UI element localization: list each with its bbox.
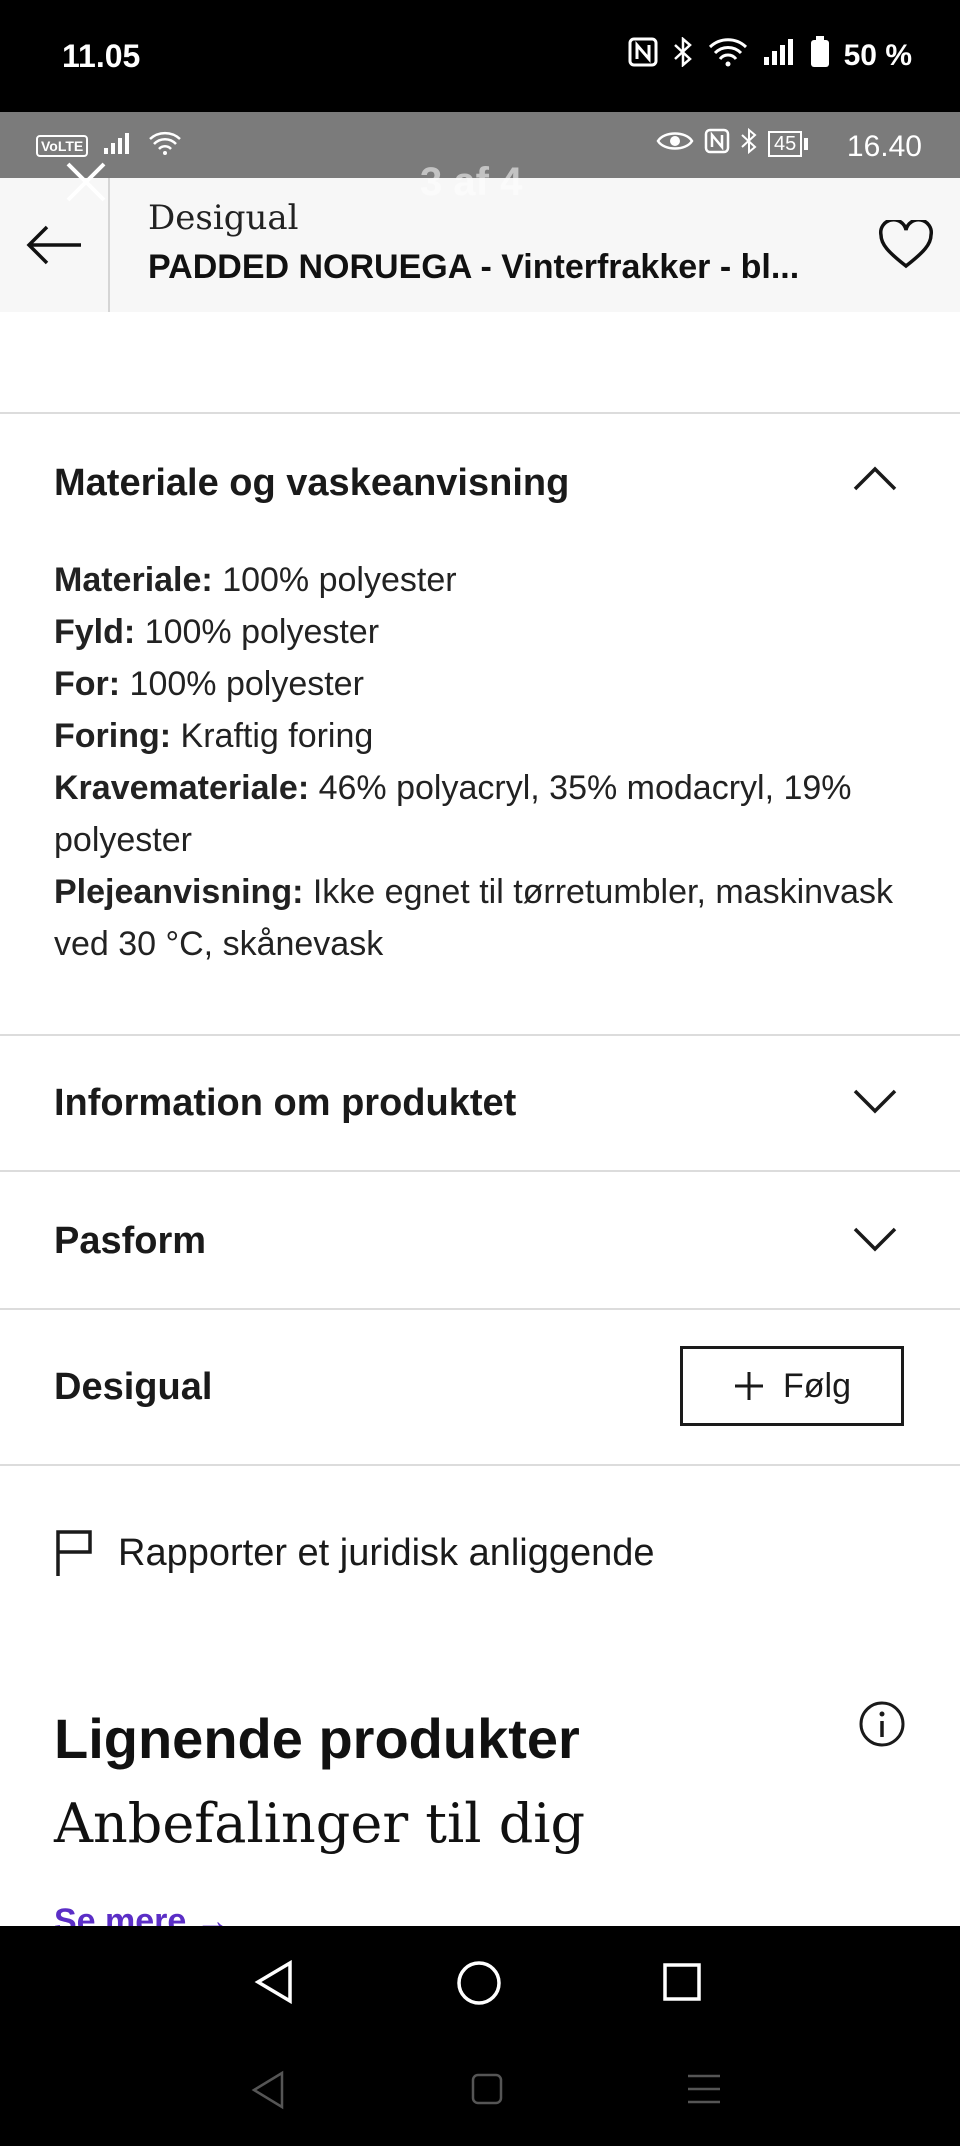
overlay-image-counter: 3 af 4 (420, 160, 523, 204)
chevron-down-icon[interactable] (852, 1226, 898, 1254)
divider (0, 1464, 960, 1466)
report-legal-link[interactable]: Rapporter et juridisk anliggende (54, 1528, 655, 1578)
similar-products-subtitle: Anbefalinger til dig (54, 1792, 586, 1855)
battery-icon: 45 (768, 130, 809, 157)
chevron-down-icon[interactable] (852, 1088, 898, 1116)
brand-section-title: Desigual (54, 1366, 213, 1408)
nfc-icon (704, 128, 730, 159)
follow-button-label: Følg (783, 1366, 851, 1405)
info-button[interactable] (858, 1700, 906, 1753)
header-brand: Desigual (148, 198, 299, 238)
spec-row-material: Materiale: 100% polyester (54, 561, 457, 599)
arrow-left-icon (26, 225, 81, 265)
spec-row-lining: Foring: Kraftig foring (54, 717, 374, 755)
bluetooth-icon (740, 127, 758, 159)
heart-icon (879, 218, 933, 269)
battery-percent: 50 % (843, 39, 912, 72)
plus-icon (735, 1372, 763, 1400)
info-icon (859, 1701, 905, 1747)
volte-icon: VoLTE (36, 134, 89, 157)
divider (0, 1034, 960, 1036)
nav-home-icon[interactable] (470, 2072, 504, 2106)
report-legal-label: Rapporter et juridisk anliggende (118, 1531, 655, 1574)
nav-back-icon[interactable] (250, 2070, 286, 2110)
spec-row-fill: Fyld: 100% polyester (54, 613, 380, 651)
wifi-icon (148, 130, 182, 161)
outer-navigation-bar (0, 2036, 960, 2146)
wishlist-button[interactable] (878, 218, 934, 275)
signal-icon (102, 130, 134, 161)
nfc-icon (628, 37, 658, 75)
nav-home-icon[interactable] (456, 1960, 502, 2006)
spec-row-collar: Kravemateriale: 46% polyacryl, 35% modac… (54, 769, 852, 859)
chevron-up-icon[interactable] (852, 464, 898, 492)
inner-battery-level: 45 (768, 130, 803, 157)
outer-status-time: 11.05 (62, 38, 141, 74)
material-section-title[interactable]: Materiale og vaskeanvisning (54, 462, 569, 505)
inner-navigation-bar (0, 1926, 960, 2036)
follow-brand-button[interactable]: Følg (680, 1346, 904, 1426)
spec-list: Materiale: 100% polyester Fyld: 100% pol… (54, 554, 934, 970)
bluetooth-icon (672, 36, 694, 75)
close-icon (66, 162, 106, 202)
outer-status-icons: 50 % (628, 36, 912, 76)
signal-icon (762, 37, 796, 75)
flag-icon (56, 1530, 92, 1576)
fit-section-title[interactable]: Pasform (54, 1220, 206, 1263)
similar-products-title: Lignende produkter (54, 1707, 580, 1770)
overlay-close-button[interactable] (64, 160, 108, 209)
spec-row-lining-material: For: 100% polyester (54, 665, 364, 703)
info-section-title[interactable]: Information om produktet (54, 1082, 516, 1125)
divider (0, 1308, 960, 1310)
battery-icon (810, 36, 830, 76)
product-details: Materiale og vaskeanvisning Materiale: 1… (0, 312, 960, 1926)
nav-recents-icon[interactable] (662, 1962, 702, 2002)
divider (0, 1170, 960, 1172)
spec-row-care: Plejeanvisning: Ikke egnet til tørretumb… (54, 873, 893, 963)
nav-back-icon[interactable] (254, 1960, 294, 2004)
inner-status-time: 16.40 (846, 130, 922, 163)
divider (0, 412, 960, 414)
nav-menu-icon[interactable] (686, 2072, 722, 2106)
header-product-title: PADDED NORUEGA - Vinterfrakker - bl... (148, 248, 800, 286)
wifi-icon (708, 37, 748, 75)
eye-icon (656, 128, 694, 159)
